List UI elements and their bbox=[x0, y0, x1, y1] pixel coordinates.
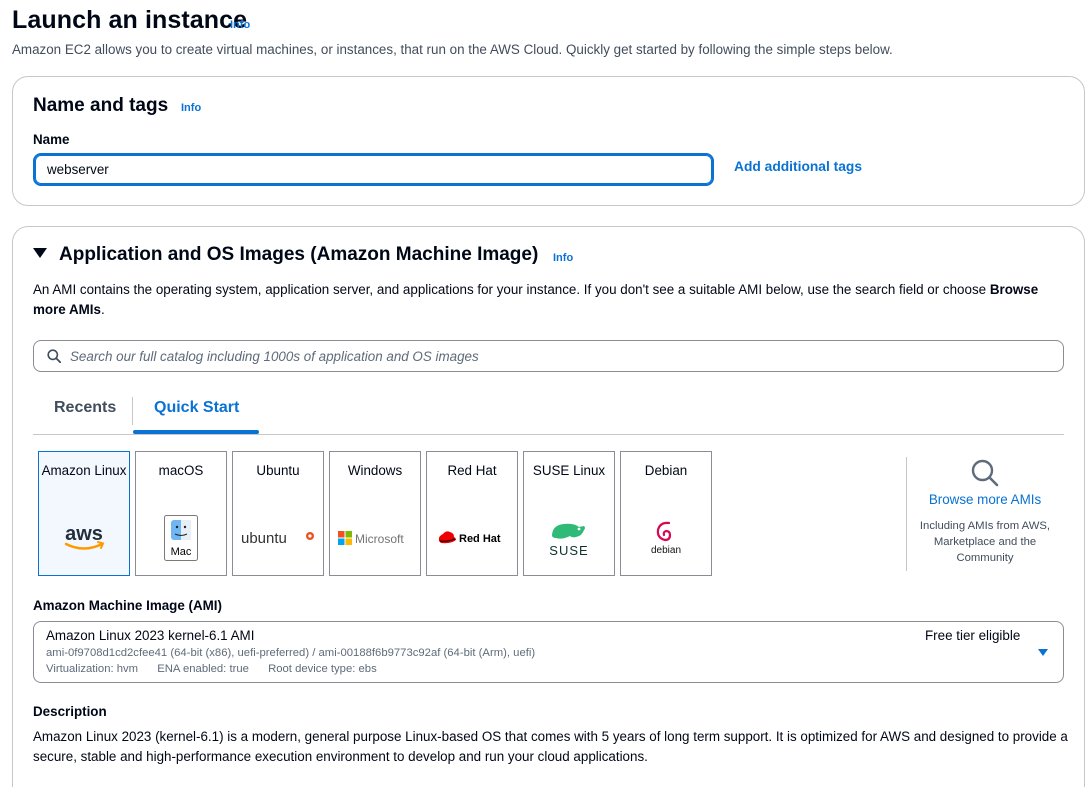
os-card-ubuntu[interactable]: Ubuntu ubuntu bbox=[232, 451, 324, 576]
os-card-label: Red Hat bbox=[447, 463, 497, 478]
tab-recents[interactable]: Recents bbox=[54, 399, 116, 417]
debian-logo-icon: debian bbox=[621, 514, 711, 562]
browse-more-amis-link[interactable]: Browse more AMIs bbox=[913, 492, 1057, 507]
os-card-amazon-linux[interactable]: Amazon Linux aws bbox=[38, 451, 130, 576]
os-card-red-hat[interactable]: Red Hat Red Hat bbox=[426, 451, 518, 576]
suse-logo-icon: SUSE bbox=[524, 514, 614, 562]
caret-down-icon[interactable] bbox=[1038, 649, 1048, 656]
svg-text:Red Hat: Red Hat bbox=[459, 533, 501, 545]
red-hat-logo-icon: Red Hat bbox=[427, 514, 517, 562]
ami-description: An AMI contains the operating system, ap… bbox=[33, 282, 1039, 317]
os-card-suse-linux[interactable]: SUSE Linux SUSE bbox=[523, 451, 615, 576]
ami-select[interactable]: Amazon Linux 2023 kernel-6.1 AMI ami-0f9… bbox=[33, 621, 1064, 683]
name-tags-info-link[interactable]: Info bbox=[181, 102, 201, 114]
ami-search-input[interactable] bbox=[70, 342, 1050, 370]
aws-logo-icon: aws bbox=[39, 514, 129, 562]
svg-text:ubuntu: ubuntu bbox=[241, 530, 287, 547]
name-label: Name bbox=[33, 132, 70, 147]
svg-text:Mac: Mac bbox=[171, 546, 192, 558]
browse-more-amis-subtext: Including AMIs from AWS, Marketplace and… bbox=[919, 520, 1051, 564]
name-and-tags-panel: Name and tags Info Name Add additional t… bbox=[12, 76, 1085, 206]
add-additional-tags-link[interactable]: Add additional tags bbox=[734, 159, 862, 174]
os-card-label: Debian bbox=[644, 463, 688, 478]
mac-finder-icon: Mac bbox=[136, 514, 226, 562]
os-card-label: SUSE Linux bbox=[532, 463, 606, 478]
root-device-text: Root device type: ebs bbox=[268, 663, 377, 675]
search-icon[interactable] bbox=[970, 458, 1000, 488]
ami-select-ids: ami-0f9708d1cd2cfee41 (64-bit (x86), uef… bbox=[46, 647, 536, 659]
page-description: Amazon EC2 allows you to create virtual … bbox=[12, 42, 893, 57]
ubuntu-logo-icon: ubuntu bbox=[233, 514, 323, 562]
name-tags-heading: Name and tags bbox=[33, 95, 169, 116]
os-card-label: Windows bbox=[347, 463, 403, 478]
os-card-debian[interactable]: Debian debian bbox=[620, 451, 712, 576]
description-text: Amazon Linux 2023 (kernel-6.1) is a mode… bbox=[33, 729, 1068, 764]
os-card-macos[interactable]: macOS Mac bbox=[135, 451, 227, 576]
name-input[interactable] bbox=[33, 153, 714, 186]
microsoft-logo-icon: Microsoft bbox=[330, 514, 420, 562]
tab-separator bbox=[132, 397, 133, 425]
description-label: Description bbox=[33, 704, 107, 719]
ena-text: ENA enabled: true bbox=[157, 663, 249, 675]
os-card-label: macOS bbox=[158, 463, 204, 478]
search-icon bbox=[47, 349, 61, 363]
ami-search-box[interactable] bbox=[33, 340, 1064, 372]
page-title: Launch an instance bbox=[12, 6, 248, 34]
svg-text:SUSE: SUSE bbox=[549, 543, 588, 558]
tabs-divider bbox=[33, 434, 1064, 435]
ami-info-link[interactable]: Info bbox=[553, 252, 573, 264]
browse-divider bbox=[906, 457, 907, 571]
os-card-label: Ubuntu bbox=[256, 463, 300, 478]
ami-label: Amazon Machine Image (AMI) bbox=[33, 598, 222, 613]
svg-text:debian: debian bbox=[651, 545, 681, 556]
os-card-windows[interactable]: Windows Microsoft bbox=[329, 451, 421, 576]
free-tier-badge: Free tier eligible bbox=[925, 628, 1021, 643]
virtualization-text: Virtualization: hvm bbox=[46, 663, 139, 675]
collapse-caret-icon[interactable] bbox=[33, 248, 47, 258]
tab-quick-start[interactable]: Quick Start bbox=[154, 399, 239, 417]
svg-text:Microsoft: Microsoft bbox=[355, 532, 404, 546]
os-card-label: Amazon Linux bbox=[41, 463, 127, 478]
ami-heading: Application and OS Images (Amazon Machin… bbox=[59, 244, 539, 265]
ami-panel: Application and OS Images (Amazon Machin… bbox=[12, 226, 1085, 787]
ami-select-name: Amazon Linux 2023 kernel-6.1 AMI bbox=[46, 628, 255, 643]
title-info-link[interactable]: Info bbox=[230, 19, 250, 31]
ami-select-meta: Virtualization: hvm ENA enabled: true Ro… bbox=[46, 663, 393, 675]
